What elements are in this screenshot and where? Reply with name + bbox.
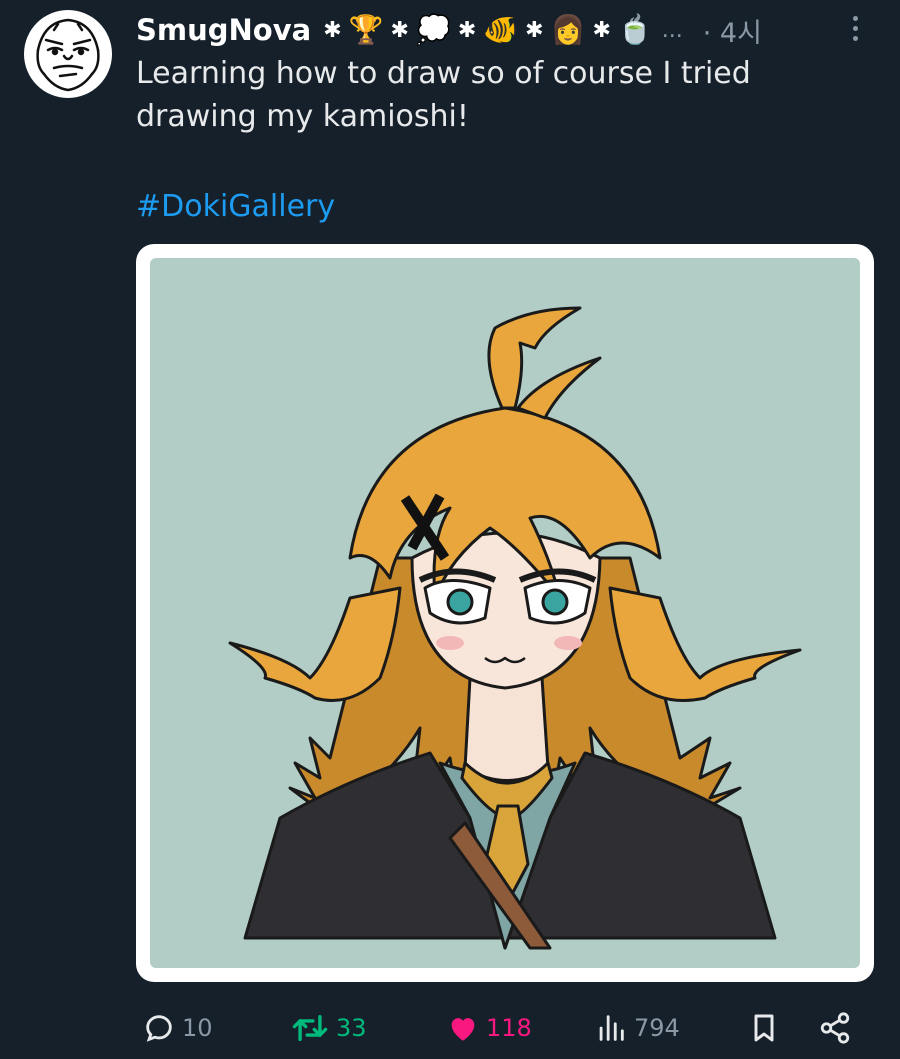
like-count: 118 [486, 1014, 532, 1042]
reply-icon [146, 1015, 172, 1042]
hashtag-link[interactable]: #DokiGallery [136, 189, 335, 224]
post-time[interactable]: · 4시 [703, 11, 762, 50]
views-button[interactable]: 794 [594, 1008, 680, 1048]
post-text: Learning how to draw so of course I trie… [136, 52, 836, 138]
views-icon [599, 1015, 624, 1041]
bookmark-button[interactable] [748, 1008, 780, 1048]
tropical-fish-icon: 🐠 [483, 13, 519, 46]
character-illustration [228, 306, 802, 950]
repost-icon [292, 1014, 328, 1042]
artwork-canvas [150, 258, 860, 968]
view-count: 794 [634, 1014, 680, 1042]
reply-button[interactable]: 10 [142, 1008, 213, 1048]
trophy-icon: 🏆 [348, 13, 384, 46]
tea-cup-icon: 🍵 [617, 13, 653, 46]
post-text-line: Learning how to draw so of course I trie… [136, 56, 751, 91]
user-avatar[interactable] [24, 10, 112, 98]
like-button[interactable]: 118 [446, 1008, 532, 1048]
thought-bubble-icon: 💭 [415, 13, 451, 46]
woman-icon: 👩 [550, 13, 586, 46]
post-header: SmugNova ✱ 🏆 ✱ 💭 ✱ 🐠 ✱ 👩 ✱ 🍵 ... · 4시 [136, 8, 876, 52]
user-badges: ✱ 🏆 ✱ 💭 ✱ 🐠 ✱ 👩 ✱ 🍵 [319, 16, 656, 44]
badge-separator: ✱ [592, 17, 611, 43]
username[interactable]: SmugNova [136, 13, 311, 47]
bookmark-icon [754, 1014, 774, 1042]
repost-count: 33 [336, 1014, 367, 1042]
badge-separator: ✱ [323, 17, 342, 43]
action-bar: 10 33 118 794 [0, 1000, 900, 1056]
share-button[interactable] [818, 1008, 852, 1048]
repost-button[interactable]: 33 [290, 1008, 367, 1048]
name-truncation-ellipsis: ... [661, 17, 683, 43]
badge-separator: ✱ [390, 17, 409, 43]
share-icon [820, 1012, 850, 1044]
reply-count: 10 [182, 1014, 213, 1042]
avatar-face-icon [25, 11, 111, 97]
post-image[interactable] [136, 244, 874, 982]
heart-icon [451, 1018, 475, 1041]
badge-separator: ✱ [457, 17, 477, 43]
kebab-menu-icon[interactable] [844, 12, 866, 48]
post-text-line: drawing my kamioshi! [136, 99, 469, 134]
badge-separator: ✱ [525, 17, 544, 43]
